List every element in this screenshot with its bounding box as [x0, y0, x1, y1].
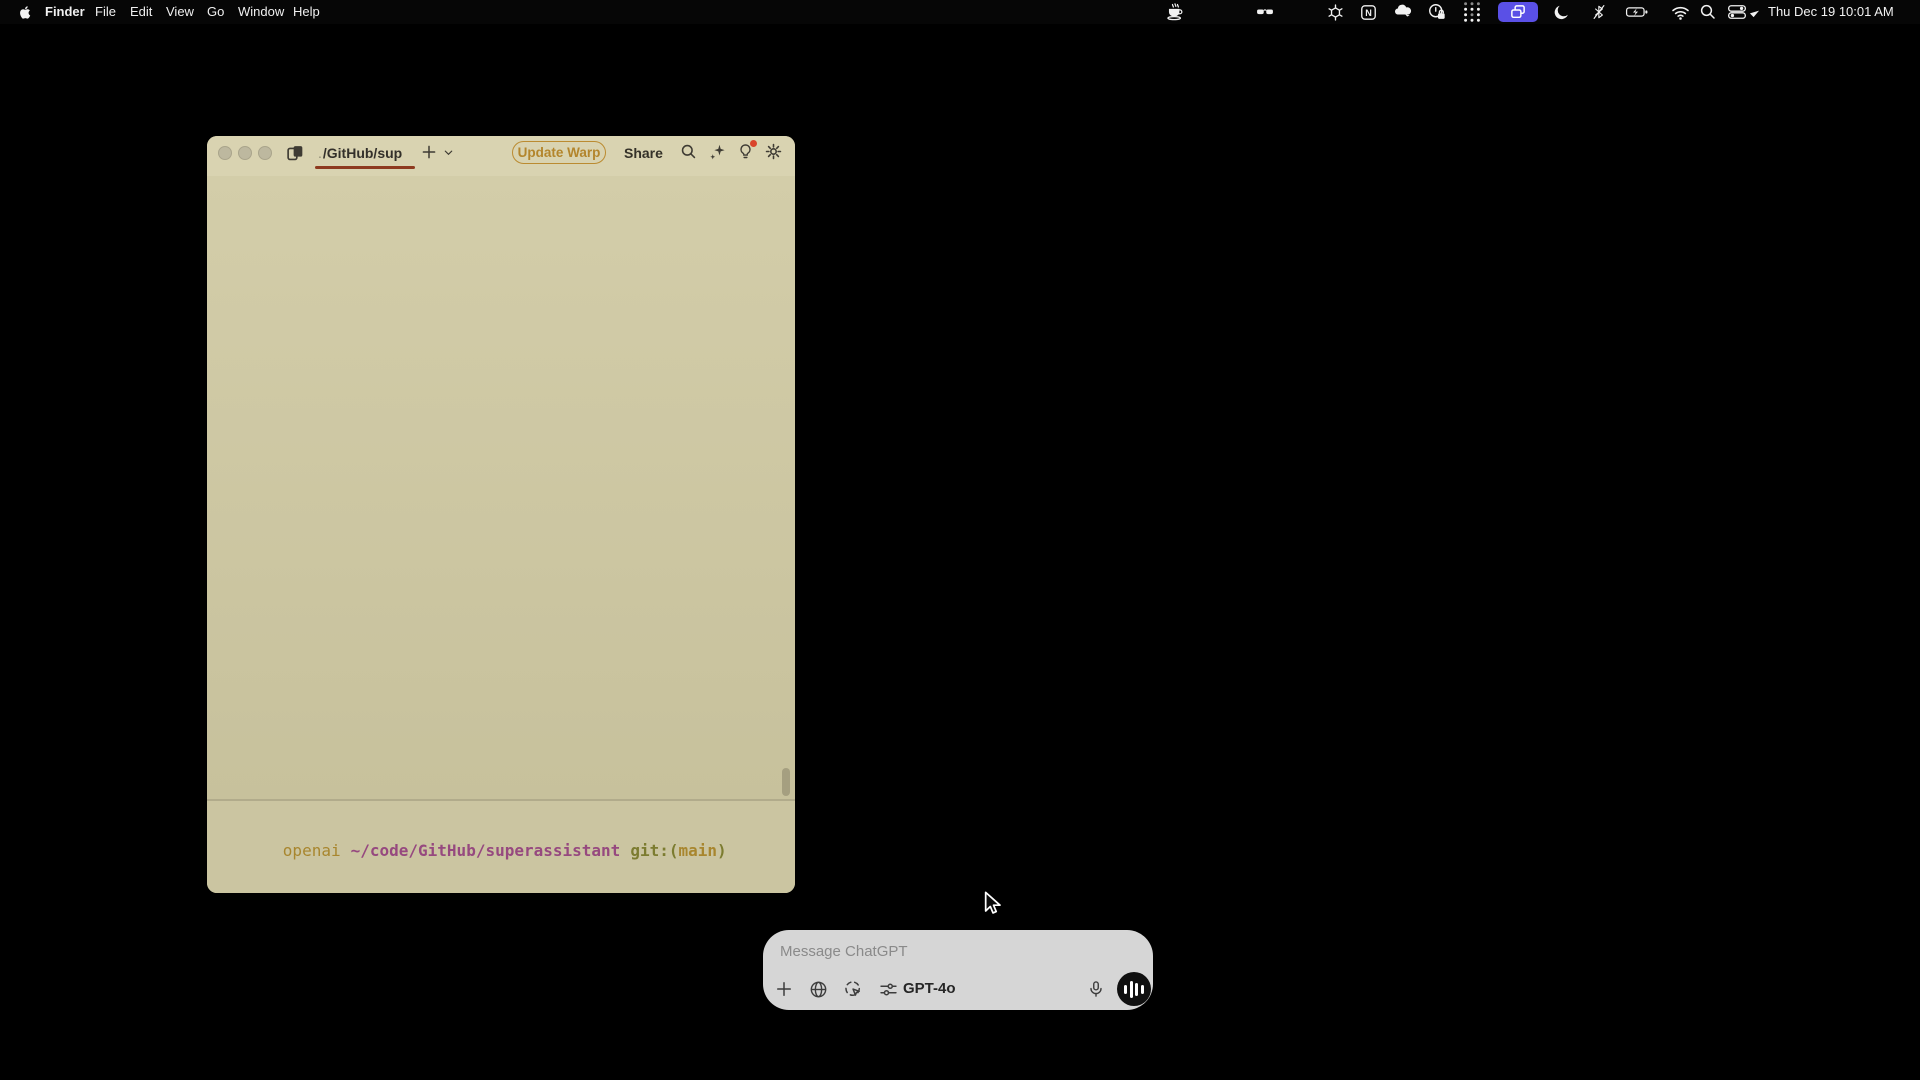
minimize-button[interactable]	[238, 146, 252, 160]
prompt-user: openai	[283, 841, 341, 860]
focus-moon-icon[interactable]	[1548, 0, 1574, 24]
waveform-bar	[1135, 983, 1138, 996]
share-button[interactable]: Share	[624, 143, 663, 163]
settings-gear-icon[interactable]	[764, 142, 783, 161]
terminal-content-area[interactable]	[207, 176, 795, 800]
shell-prompt[interactable]: openai ~/code/GitHub/superassistant git:(m…	[225, 818, 727, 884]
tab-title-text: /GitHub/sup	[323, 145, 402, 161]
bluetooth-off-icon[interactable]	[1586, 0, 1612, 24]
menu-item-help[interactable]: Help	[293, 0, 320, 24]
window-manager-icon[interactable]	[1498, 2, 1538, 22]
chatgpt-launcher-bar: Message ChatGPT GPT-4o	[763, 930, 1153, 1010]
mouse-cursor	[980, 890, 1006, 923]
notion-glyph: N	[1365, 7, 1372, 17]
tab-list-chevron-icon[interactable]	[443, 147, 454, 158]
ai-sparkle-icon[interactable]	[708, 142, 727, 161]
prompt-path: ~/code/GitHub/superassistant	[351, 841, 621, 860]
active-tab-indicator	[315, 166, 415, 169]
openai-icon[interactable]	[1322, 0, 1348, 24]
apple-logo-icon	[18, 4, 33, 21]
web-search-globe-icon[interactable]	[805, 976, 831, 1002]
wifi-icon[interactable]	[1667, 0, 1693, 24]
cloudflare-warp-icon[interactable]	[1390, 0, 1416, 24]
screen-capture-icon[interactable]	[840, 976, 866, 1002]
message-input[interactable]: Message ChatGPT	[780, 943, 908, 960]
pointer-badge-icon	[1746, 0, 1762, 24]
menu-item-finder[interactable]: Finder	[45, 0, 85, 24]
menu-clock[interactable]: Thu Dec 19 10:01 AM	[1768, 0, 1894, 24]
menu-item-go[interactable]: Go	[207, 0, 224, 24]
waveform-bar	[1130, 981, 1133, 998]
menu-item-window[interactable]: Window	[238, 0, 284, 24]
apple-menu[interactable]	[12, 0, 38, 24]
search-icon[interactable]	[679, 142, 698, 161]
waveform-bar	[1124, 985, 1127, 994]
menu-bar: Finder File Edit View Go Window Help	[0, 0, 1920, 24]
glasses-icon[interactable]	[1252, 0, 1278, 24]
microphone-icon[interactable]	[1083, 976, 1109, 1002]
tools-sliders-icon[interactable]	[875, 976, 901, 1002]
voice-mode-button[interactable]	[1117, 972, 1151, 1006]
menu-item-file[interactable]: File	[95, 0, 116, 24]
spotlight-search-icon[interactable]	[1695, 0, 1721, 24]
prompt-git-prefix: git:(	[630, 841, 678, 860]
coffee-cup-icon[interactable]	[1162, 0, 1188, 24]
prompt-git-suffix: )	[717, 841, 727, 860]
battery-charging-icon[interactable]	[1624, 0, 1650, 24]
tab-title-prefix: .	[318, 145, 322, 161]
tab-warp[interactable]: ./GitHub/sup	[318, 142, 402, 164]
dots-grid-icon[interactable]	[1459, 0, 1485, 24]
warp-terminal-window: ./GitHub/sup Update Warp Share	[207, 136, 795, 893]
privacy-lock-icon[interactable]	[1424, 0, 1450, 24]
update-warp-button[interactable]: Update Warp	[512, 141, 606, 164]
new-tab-icon[interactable]	[420, 143, 438, 161]
attach-plus-icon[interactable]	[771, 976, 797, 1002]
prompt-git-branch: main	[678, 841, 717, 860]
model-selector[interactable]: GPT-4o	[903, 980, 956, 997]
zoom-button[interactable]	[258, 146, 272, 160]
close-button[interactable]	[218, 146, 232, 160]
desktop-background: Finder File Edit View Go Window Help	[0, 0, 1920, 1080]
notification-dot	[750, 140, 757, 147]
notion-icon[interactable]: N	[1355, 0, 1381, 24]
terminal-scrollbar[interactable]	[782, 768, 790, 796]
menu-item-view[interactable]: View	[166, 0, 194, 24]
panels-bookmark-icon[interactable]	[284, 142, 306, 164]
menu-item-edit[interactable]: Edit	[130, 0, 152, 24]
waveform-bar	[1141, 985, 1144, 994]
